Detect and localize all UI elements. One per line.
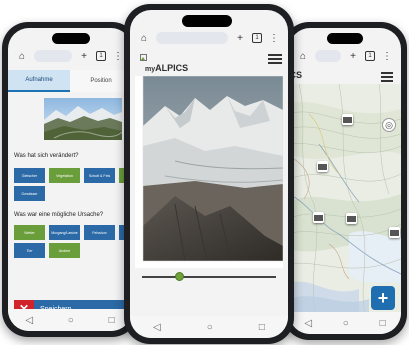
url-bar[interactable] bbox=[315, 50, 341, 62]
app-logo-brand: ALPICS bbox=[155, 63, 189, 73]
app-logo-text: myALPICS bbox=[145, 63, 188, 73]
chip-murgang-lawine[interactable]: Murgang/Lawine bbox=[49, 225, 80, 240]
map-photo-marker[interactable] bbox=[389, 227, 400, 238]
new-tab-button[interactable]: + bbox=[347, 51, 359, 62]
form-screen: ⌂ + 1 ⋮ Aufnahme Position Was hat sich v… bbox=[8, 28, 132, 331]
back-icon[interactable]: ◁ bbox=[153, 322, 161, 333]
map-photo-marker[interactable] bbox=[313, 212, 324, 223]
map-photo-marker[interactable] bbox=[317, 161, 328, 172]
chip-gletscher[interactable]: Gletscher bbox=[14, 168, 45, 183]
chip-wetter[interactable]: Wetter bbox=[14, 225, 45, 240]
map-photo-marker[interactable] bbox=[342, 114, 353, 125]
tab-count[interactable]: 1 bbox=[96, 51, 106, 61]
new-tab-button[interactable]: + bbox=[234, 33, 246, 44]
chip-vegetation[interactable]: Vegetation bbox=[49, 168, 80, 183]
recents-icon[interactable]: □ bbox=[380, 318, 386, 329]
tab-aufnahme[interactable]: Aufnahme bbox=[8, 70, 70, 92]
more-vertical-icon[interactable]: ⋮ bbox=[381, 51, 393, 62]
system-nav-bar: ◁ ○ □ bbox=[8, 309, 132, 331]
form-tabs: Aufnahme Position bbox=[8, 70, 132, 92]
change-question: Was hat sich verändert? bbox=[14, 153, 79, 159]
add-photo-fab[interactable]: + bbox=[371, 286, 395, 310]
slider-handle[interactable] bbox=[175, 272, 184, 281]
chip-schutt-fels[interactable]: Schutt & Fels bbox=[84, 168, 115, 183]
map-photo-marker[interactable] bbox=[346, 213, 357, 224]
url-bar[interactable] bbox=[156, 32, 228, 44]
phone-form: ⌂ + 1 ⋮ Aufnahme Position Was hat sich v… bbox=[2, 22, 138, 337]
system-nav-bar: ◁ ○ □ bbox=[289, 312, 401, 334]
tab-position[interactable]: Position bbox=[70, 70, 132, 92]
home-icon[interactable]: ⌂ bbox=[297, 51, 309, 62]
recents-icon[interactable]: □ bbox=[109, 315, 115, 326]
home-circle-icon[interactable]: ○ bbox=[68, 315, 74, 326]
slider-track[interactable] bbox=[142, 276, 276, 278]
map-screen: ICS ⌂ + 1 ⋮ ◎ + ◁ ○ □ bbox=[289, 28, 401, 334]
home-circle-icon[interactable]: ○ bbox=[343, 318, 349, 329]
browser-toolbar: ⌂ + 1 ⋮ bbox=[130, 28, 288, 48]
chip-tier[interactable]: Tier bbox=[14, 243, 45, 258]
phone-map: ICS ⌂ + 1 ⋮ ◎ + ◁ ○ □ bbox=[283, 22, 407, 340]
photo-comparison[interactable] bbox=[135, 75, 284, 268]
compare-slider[interactable] bbox=[142, 272, 276, 282]
chip-felssturz[interactable]: Felssturz bbox=[84, 225, 115, 240]
system-nav-bar: ◁ ○ □ bbox=[130, 316, 288, 338]
camera-notch bbox=[327, 33, 363, 44]
browser-toolbar: ⌂ + 1 ⋮ bbox=[289, 46, 401, 66]
new-tab-button[interactable]: + bbox=[78, 51, 90, 62]
home-circle-icon[interactable]: ○ bbox=[207, 322, 213, 333]
camera-notch bbox=[182, 15, 232, 27]
photo-thumbnail[interactable] bbox=[44, 98, 122, 140]
menu-icon[interactable] bbox=[381, 72, 393, 82]
recents-icon[interactable]: □ bbox=[259, 322, 265, 333]
url-bar[interactable] bbox=[34, 50, 72, 62]
back-icon[interactable]: ◁ bbox=[25, 315, 33, 326]
home-icon[interactable]: ⌂ bbox=[138, 33, 150, 44]
home-icon[interactable]: ⌂ bbox=[16, 51, 28, 62]
tab-count[interactable]: 1 bbox=[365, 51, 375, 61]
phone-compare: ⌂ + 1 ⋮ myALPICS ◁ ○ □ bbox=[124, 4, 294, 344]
cause-question: Was war eine mögliche Ursache? bbox=[14, 212, 104, 218]
tab-count[interactable]: 1 bbox=[252, 33, 262, 43]
back-icon[interactable]: ◁ bbox=[304, 318, 312, 329]
app-header: myALPICS bbox=[140, 54, 288, 74]
compare-screen: ⌂ + 1 ⋮ myALPICS ◁ ○ □ bbox=[130, 10, 288, 338]
locate-icon[interactable]: ◎ bbox=[382, 118, 396, 132]
glacier-photo bbox=[142, 75, 284, 262]
camera-notch bbox=[52, 33, 90, 44]
browser-toolbar: ⌂ + 1 ⋮ bbox=[8, 46, 132, 66]
more-vertical-icon[interactable]: ⋮ bbox=[112, 51, 124, 62]
chip-andere[interactable]: Andere bbox=[49, 243, 80, 258]
more-vertical-icon[interactable]: ⋮ bbox=[268, 33, 280, 44]
app-logo-prefix: my bbox=[145, 66, 156, 73]
menu-icon[interactable] bbox=[268, 54, 282, 64]
chip-gewaesser[interactable]: Gewässer bbox=[14, 186, 45, 201]
